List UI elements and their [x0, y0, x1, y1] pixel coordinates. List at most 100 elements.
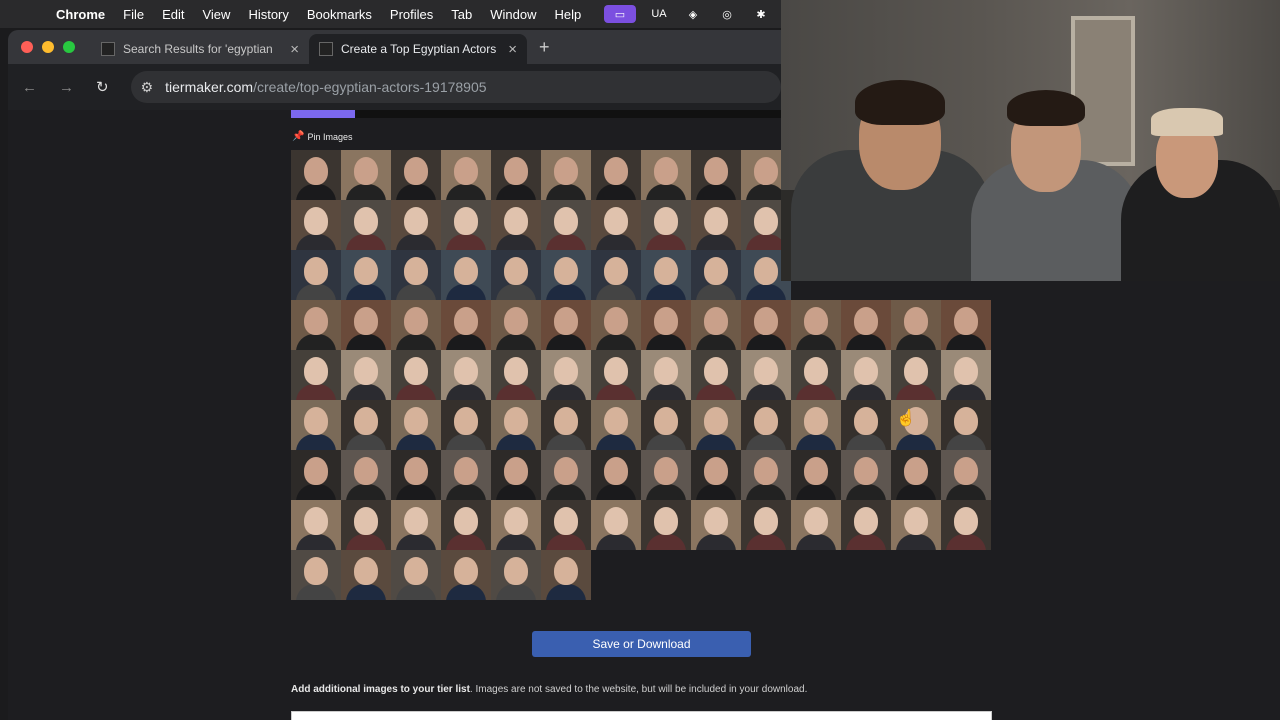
actor-image-tile[interactable] — [641, 250, 691, 300]
actor-image-tile[interactable] — [541, 150, 591, 200]
close-window-icon[interactable] — [21, 41, 33, 53]
actor-image-tile[interactable] — [791, 450, 841, 500]
actor-image-tile[interactable] — [691, 500, 741, 550]
actor-image-tile[interactable] — [491, 450, 541, 500]
actor-image-tile[interactable] — [791, 300, 841, 350]
actor-image-tile[interactable] — [591, 450, 641, 500]
actor-image-tile[interactable] — [541, 500, 591, 550]
actor-image-tile[interactable] — [691, 350, 741, 400]
actor-image-tile[interactable] — [691, 150, 741, 200]
actor-image-tile[interactable] — [341, 300, 391, 350]
save-or-download-button[interactable]: Save or Download — [532, 631, 751, 657]
address-bar[interactable]: ⚙ tiermaker.com/create/top-egyptian-acto… — [130, 71, 781, 103]
new-tab-icon[interactable]: + — [539, 37, 550, 58]
back-arrow-icon[interactable]: ← — [22, 79, 37, 96]
actor-image-tile[interactable] — [441, 500, 491, 550]
menu-view[interactable]: View — [202, 7, 230, 22]
actor-image-tile[interactable] — [291, 250, 341, 300]
actor-image-tile[interactable] — [741, 500, 791, 550]
actor-image-tile[interactable] — [341, 550, 391, 600]
actor-image-tile[interactable] — [491, 150, 541, 200]
menu-edit[interactable]: Edit — [162, 7, 184, 22]
actor-image-tile[interactable] — [291, 200, 341, 250]
actor-image-tile[interactable] — [591, 300, 641, 350]
actor-image-tile[interactable] — [391, 200, 441, 250]
actor-image-tile[interactable] — [441, 250, 491, 300]
actor-image-tile[interactable] — [491, 200, 541, 250]
actor-image-tile[interactable] — [391, 500, 441, 550]
close-tab-icon[interactable]: × — [508, 41, 517, 58]
menu-app-name[interactable]: Chrome — [56, 7, 105, 22]
actor-image-tile[interactable] — [691, 400, 741, 450]
actor-image-tile[interactable] — [591, 200, 641, 250]
actor-image-tile[interactable] — [341, 350, 391, 400]
actor-image-tile[interactable] — [441, 450, 491, 500]
actor-image-tile[interactable] — [541, 200, 591, 250]
actor-image-tile[interactable] — [741, 300, 791, 350]
actor-image-tile[interactable] — [891, 450, 941, 500]
actor-image-tile[interactable] — [891, 350, 941, 400]
actor-image-tile[interactable] — [541, 300, 591, 350]
actor-image-tile[interactable] — [691, 300, 741, 350]
actor-image-tile[interactable] — [341, 400, 391, 450]
menu-window[interactable]: Window — [490, 7, 536, 22]
actor-image-tile[interactable] — [941, 400, 991, 450]
actor-image-tile[interactable] — [391, 400, 441, 450]
actor-image-tile[interactable] — [291, 400, 341, 450]
minimize-window-icon[interactable] — [42, 41, 54, 53]
actor-image-tile[interactable] — [441, 300, 491, 350]
actor-image-tile[interactable] — [441, 550, 491, 600]
actor-image-tile[interactable] — [741, 350, 791, 400]
actor-image-tile[interactable] — [891, 500, 941, 550]
actor-image-tile[interactable] — [341, 250, 391, 300]
tab-search-results[interactable]: Search Results for 'egyptian × — [91, 34, 309, 64]
menu-history[interactable]: History — [248, 7, 288, 22]
broadcast-icon[interactable]: ◎ — [716, 5, 738, 23]
actor-image-tile[interactable] — [591, 150, 641, 200]
actor-image-tile[interactable] — [941, 450, 991, 500]
actor-image-tile[interactable] — [441, 400, 491, 450]
menu-profiles[interactable]: Profiles — [390, 7, 433, 22]
actor-image-tile[interactable] — [491, 250, 541, 300]
close-tab-icon[interactable]: × — [290, 41, 299, 58]
actor-image-tile[interactable] — [941, 350, 991, 400]
actor-image-tile[interactable] — [391, 450, 441, 500]
actor-image-tile[interactable] — [891, 300, 941, 350]
menu-help[interactable]: Help — [555, 7, 582, 22]
actor-image-tile[interactable] — [691, 450, 741, 500]
screen-mirror-icon[interactable]: ▭ — [604, 5, 636, 23]
actor-image-tile[interactable] — [591, 350, 641, 400]
actor-image-tile[interactable] — [391, 150, 441, 200]
actor-image-tile[interactable] — [491, 500, 541, 550]
input-source-label[interactable]: UA — [648, 5, 670, 23]
actor-image-tile[interactable] — [641, 300, 691, 350]
actor-image-tile[interactable] — [791, 500, 841, 550]
actor-image-tile[interactable] — [291, 550, 341, 600]
actor-image-tile[interactable] — [841, 450, 891, 500]
image-upload-box[interactable] — [291, 711, 992, 720]
actor-image-tile[interactable] — [341, 200, 391, 250]
actor-image-tile[interactable] — [641, 500, 691, 550]
actor-image-tile[interactable] — [491, 400, 541, 450]
vpn-icon[interactable]: ◈ — [682, 5, 704, 23]
actor-image-tile[interactable] — [591, 400, 641, 450]
actor-image-tile[interactable] — [641, 200, 691, 250]
actor-image-tile[interactable] — [841, 400, 891, 450]
actor-image-tile[interactable] — [641, 350, 691, 400]
actor-image-tile[interactable] — [491, 300, 541, 350]
actor-image-tile[interactable] — [391, 350, 441, 400]
actor-image-tile[interactable] — [541, 450, 591, 500]
menu-tab[interactable]: Tab — [451, 7, 472, 22]
forward-arrow-icon[interactable]: → — [59, 79, 74, 96]
actor-image-tile[interactable] — [291, 150, 341, 200]
actor-image-tile[interactable] — [641, 400, 691, 450]
actor-image-tile[interactable] — [491, 350, 541, 400]
actor-image-tile[interactable] — [641, 450, 691, 500]
actor-image-tile[interactable] — [441, 350, 491, 400]
actor-image-tile[interactable] — [791, 350, 841, 400]
scrollbar-thumb[interactable] — [291, 110, 355, 118]
actor-image-tile[interactable] — [291, 350, 341, 400]
actor-image-tile[interactable] — [441, 200, 491, 250]
actor-image-tile[interactable] — [341, 500, 391, 550]
actor-image-tile[interactable] — [391, 550, 441, 600]
